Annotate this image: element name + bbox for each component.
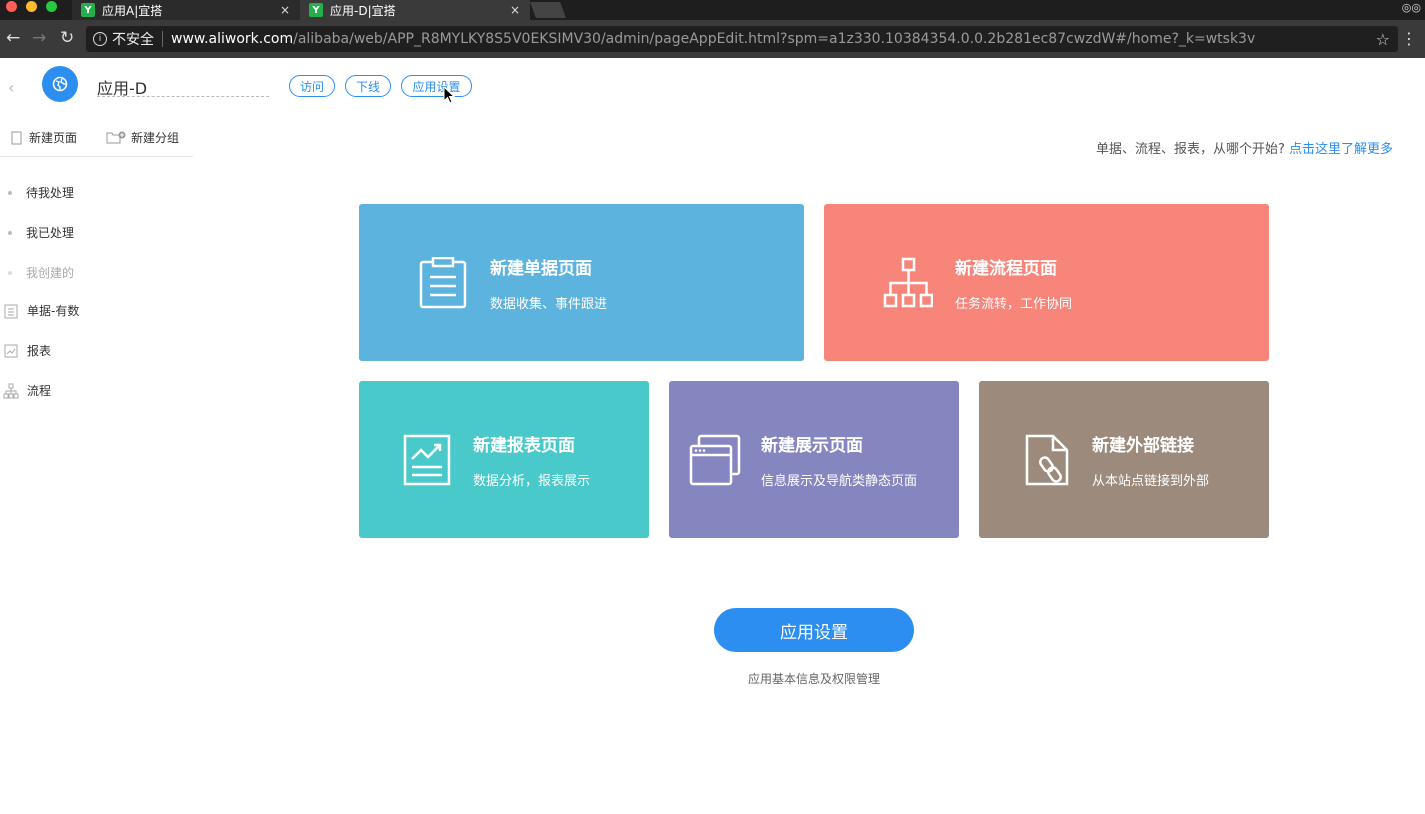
card-subtitle: 数据分析，报表展示 [473, 473, 591, 489]
reload-icon[interactable]: ↻ [60, 28, 74, 48]
address-bar[interactable]: i 不安全 www.aliwork.com/alibaba/web/APP_R8… [86, 26, 1398, 52]
form-icon [4, 304, 18, 318]
app-name-field[interactable]: 应用-D [97, 75, 269, 98]
back-chevron-icon[interactable]: ‹ [8, 78, 14, 97]
sidebar-actions: 新建页面 新建分组 [0, 121, 193, 157]
sidebar-item-label: 流程 [27, 384, 52, 398]
card-title: 新建单据页面 [490, 258, 592, 279]
bullet-icon [8, 270, 12, 275]
divider [162, 31, 163, 47]
app-settings-main-button[interactable]: 应用设置 [714, 608, 914, 652]
new-group-button[interactable]: 新建分组 [106, 129, 179, 146]
yida-logo-icon: Y [309, 3, 323, 17]
app-settings-button[interactable]: 应用设置 [401, 75, 472, 97]
card-title: 新建外部链接 [1092, 435, 1194, 456]
card-title: 新建展示页面 [761, 435, 863, 456]
sidebar-item-label: 报表 [27, 344, 52, 358]
document-link-icon [1025, 434, 1069, 485]
sidebar-item-created[interactable]: 我创建的 [0, 264, 74, 281]
new-report-page-card[interactable]: 新建报表页面 数据分析，报表展示 [359, 381, 649, 538]
incognito-icon: ◎◎ [1401, 1, 1421, 14]
clipboard-icon [419, 256, 467, 308]
card-title: 新建流程页面 [955, 258, 1057, 279]
new-group-label: 新建分组 [131, 131, 180, 145]
new-display-page-card[interactable]: 新建展示页面 信息展示及导航类静态页面 [669, 381, 959, 538]
info-icon[interactable]: i [93, 32, 107, 46]
browser-toolbar: ← → ↻ i 不安全 www.aliwork.com/alibaba/web/… [0, 20, 1425, 58]
close-window-button[interactable] [6, 1, 17, 12]
card-subtitle: 任务流转，工作协同 [955, 296, 1073, 312]
sidebar-item-flow[interactable]: 流程 [0, 382, 51, 399]
bullet-icon [8, 230, 12, 235]
sidebar-item-label: 单据-有数 [27, 304, 80, 318]
insecure-label: 不安全 [112, 32, 154, 48]
browser-windows-icon [689, 434, 741, 485]
tab-title: 应用-D|宜搭 [330, 3, 396, 18]
sidebar-item-label: 待我处理 [26, 186, 75, 200]
browser-menu-icon[interactable]: ⋮ [1401, 29, 1417, 48]
new-page-label: 新建页面 [29, 131, 78, 145]
bookmark-star-icon[interactable]: ☆ [1376, 30, 1390, 49]
new-external-link-card[interactable]: 新建外部链接 从本站点链接到外部 [979, 381, 1269, 538]
flow-icon [3, 383, 19, 398]
getting-started-hint: 单据、流程、报表，从哪个开始? 点击这里了解更多 [1096, 138, 1393, 157]
browser-tab-app-d[interactable]: Y 应用-D|宜搭 × [300, 0, 530, 20]
back-icon[interactable]: ← [6, 28, 20, 48]
tab-title: 应用A|宜搭 [102, 3, 163, 18]
report-icon [4, 344, 18, 357]
tab-close-icon[interactable]: × [280, 3, 290, 17]
new-page-button[interactable]: 新建页面 [10, 129, 77, 146]
minimize-window-button[interactable] [26, 1, 37, 12]
forward-icon[interactable]: → [32, 28, 46, 48]
url-path: /alibaba/web/APP_R8MYLKY8S5V0EKSIMV30/ad… [293, 31, 1256, 47]
card-title: 新建报表页面 [473, 435, 575, 456]
yida-logo-icon: Y [81, 3, 95, 17]
org-chart-icon [883, 257, 933, 307]
mouse-cursor-icon [443, 86, 455, 104]
sidebar-item-report[interactable]: 报表 [0, 342, 51, 359]
new-page-icon [11, 131, 22, 144]
sidebar-item-form[interactable]: 单据-有数 [0, 302, 79, 319]
card-subtitle: 信息展示及导航类静态页面 [761, 473, 918, 489]
card-subtitle: 从本站点链接到外部 [1092, 473, 1210, 489]
offline-button[interactable]: 下线 [345, 75, 391, 97]
chart-report-icon [403, 434, 451, 485]
url-domain: www.aliwork.com [171, 31, 294, 47]
sidebar-item-label: 我已处理 [26, 226, 75, 240]
tab-close-icon[interactable]: × [510, 3, 520, 17]
app-avatar[interactable] [42, 66, 78, 102]
globe-icon [52, 76, 68, 92]
new-tab-button[interactable] [530, 2, 566, 18]
app-page: ‹ 应用-D 访问 下线 应用设置 新建页面 新建分组 待我处理 我已处理 我创… [0, 58, 1425, 814]
browser-tab-strip: Y 应用A|宜搭 × Y 应用-D|宜搭 × ◎◎ [0, 0, 1425, 20]
hint-text: 单据、流程、报表，从哪个开始? [1095, 142, 1285, 157]
sidebar-item-processed[interactable]: 我已处理 [0, 224, 74, 241]
sidebar-item-pending[interactable]: 待我处理 [0, 184, 74, 201]
new-form-page-card[interactable]: 新建单据页面 数据收集、事件跟进 [359, 204, 804, 361]
bullet-icon [8, 190, 12, 195]
sidebar-item-label: 我创建的 [26, 266, 75, 280]
new-folder-icon [106, 131, 126, 143]
visit-button[interactable]: 访问 [289, 75, 335, 97]
browser-tab-app-a[interactable]: Y 应用A|宜搭 × [72, 0, 300, 20]
app-settings-caption: 应用基本信息及权限管理 [747, 672, 880, 686]
learn-more-link[interactable]: 点击这里了解更多 [1289, 142, 1393, 157]
card-subtitle: 数据收集、事件跟进 [490, 296, 608, 312]
new-flow-page-card[interactable]: 新建流程页面 任务流转，工作协同 [824, 204, 1269, 361]
maximize-window-button[interactable] [46, 1, 57, 12]
